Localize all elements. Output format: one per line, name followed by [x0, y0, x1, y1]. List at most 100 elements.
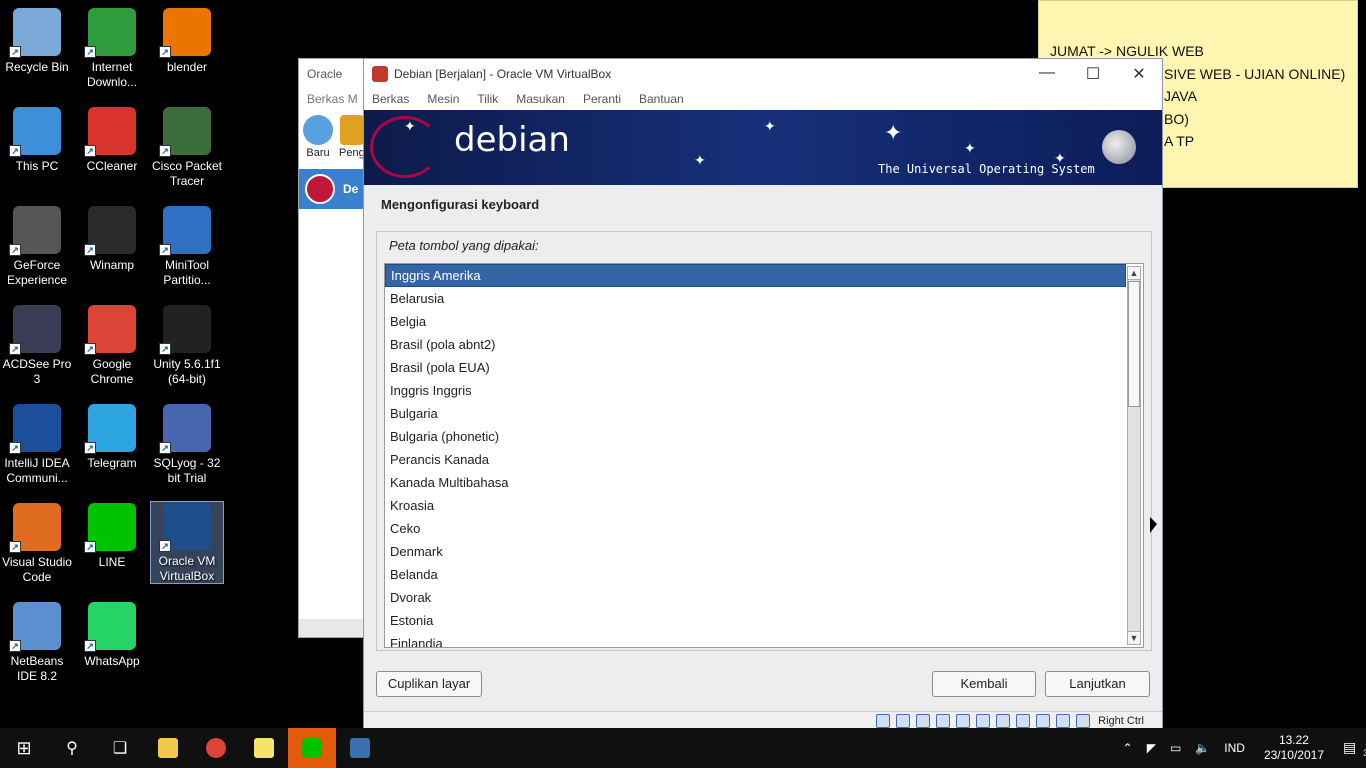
keymap-option[interactable]: Brasil (pola EUA) — [385, 356, 1126, 379]
keymap-option[interactable]: Finlandia — [385, 632, 1126, 647]
vm-titlebar[interactable]: Debian [Berjalan] - Oracle VM VirtualBox… — [364, 59, 1162, 88]
desktop-icon[interactable]: ↗ GeForce Experience — [0, 206, 74, 288]
audio-icon[interactable] — [916, 713, 931, 728]
screenshot-button[interactable]: Cuplikan layar — [376, 671, 482, 697]
desktop-icon[interactable]: ↗ ACDSee Pro 3 — [0, 305, 74, 387]
keymap-scrollbar[interactable]: ▲ ▼ — [1127, 266, 1141, 645]
new-vm-button[interactable]: Baru — [303, 115, 333, 159]
display-icon[interactable] — [996, 713, 1011, 728]
desktop-icon[interactable]: ↗ IntelliJ IDEA Communi... — [0, 404, 74, 486]
minimize-icon[interactable]: — — [1024, 64, 1070, 84]
keymap-option[interactable]: Belanda — [385, 563, 1126, 586]
windows-logo-icon: ⊞ — [16, 737, 32, 758]
keymap-option[interactable]: Denmark — [385, 540, 1126, 563]
network-tray-icon[interactable]: ◤ — [1147, 741, 1156, 755]
keymap-option[interactable]: Bulgaria — [385, 402, 1126, 425]
shortcut-arrow-icon: ↗ — [159, 442, 171, 454]
mouse-cursor-icon — [1150, 517, 1157, 533]
maximize-icon[interactable]: ☐ — [1070, 64, 1116, 84]
taskbar-chrome[interactable] — [192, 728, 240, 768]
desktop-icon-label: NetBeans IDE 8.2 — [10, 654, 64, 683]
settings-button[interactable]: Peng — [339, 115, 365, 159]
network-icon[interactable] — [936, 713, 951, 728]
language-indicator[interactable]: IND — [1224, 741, 1245, 755]
scroll-thumb[interactable] — [1128, 281, 1140, 407]
taskbar-line[interactable] — [288, 728, 336, 768]
action-center-button[interactable]: ▤31 — [1336, 739, 1366, 758]
keymap-option[interactable]: Perancis Kanada — [385, 448, 1126, 471]
shared-folders-icon[interactable] — [976, 713, 991, 728]
star-icon: ✦ — [694, 152, 706, 168]
desktop-icon[interactable]: ↗ Unity 5.6.1f1 (64-bit) — [150, 305, 224, 387]
keymap-option[interactable]: Belarusia — [385, 287, 1126, 310]
keymap-option[interactable]: Inggris Amerika — [385, 264, 1126, 287]
cpu-icon[interactable] — [1036, 713, 1051, 728]
chrome-icon — [206, 738, 226, 758]
keymap-option[interactable]: Ceko — [385, 517, 1126, 540]
desktop-icon[interactable]: ↗ Telegram — [75, 404, 149, 471]
desktop-icon[interactable]: ↗ Oracle VM VirtualBox — [150, 501, 224, 584]
usb-icon[interactable] — [956, 713, 971, 728]
scroll-down-icon[interactable]: ▼ — [1128, 631, 1140, 644]
scroll-up-icon[interactable]: ▲ — [1128, 267, 1140, 280]
desktop-icon[interactable]: ↗ SQLyog - 32 bit Trial — [150, 404, 224, 486]
keymap-option[interactable]: Belgia — [385, 310, 1126, 333]
desktop-icon[interactable]: ↗ MiniTool Partitio... — [150, 206, 224, 288]
keymap-list[interactable]: Inggris Amerika Belarusia Belgia Brasil (po… — [384, 263, 1144, 648]
continue-button[interactable]: Lanjutkan — [1045, 671, 1150, 697]
gear-icon — [303, 115, 333, 145]
keyboard-capture-icon[interactable] — [1076, 713, 1091, 728]
desktop-icon[interactable]: ↗ LINE — [75, 503, 149, 570]
desktop-icon[interactable]: ↗ Cisco Packet Tracer — [150, 107, 224, 189]
desktop-icon-label: GeForce Experience — [6, 258, 68, 287]
keymap-option[interactable]: Bulgaria (phonetic) — [385, 425, 1126, 448]
clock[interactable]: 13.22 23/10/2017 — [1264, 733, 1324, 763]
search-button[interactable]: ⚲ — [48, 728, 96, 768]
close-icon[interactable]: ✕ — [1116, 64, 1162, 84]
video-capture-icon[interactable] — [1016, 713, 1031, 728]
menu-tilik[interactable]: Tilik — [477, 92, 498, 106]
keymap-option[interactable]: Brasil (pola abnt2) — [385, 333, 1126, 356]
keymap-option[interactable]: Kroasia — [385, 494, 1126, 517]
mouse-integration-icon[interactable] — [1056, 713, 1071, 728]
desktop-icon[interactable]: ↗ blender — [150, 8, 224, 75]
vm-list-name: De — [343, 182, 359, 196]
desktop-icon[interactable]: ↗ WhatsApp — [75, 602, 149, 669]
optical-drive-icon[interactable] — [896, 713, 911, 728]
keymap-option[interactable]: Dvorak — [385, 586, 1126, 609]
star-icon: ✦ — [964, 140, 976, 156]
shortcut-arrow-icon: ↗ — [159, 540, 171, 552]
battery-icon[interactable]: ▭ — [1170, 741, 1181, 755]
star-icon: ✦ — [404, 118, 416, 134]
keymap-option[interactable]: Estonia — [385, 609, 1126, 632]
show-hidden-icons-icon[interactable]: ⌃ — [1123, 741, 1133, 755]
desktop-icon[interactable]: ↗ Internet Downlo... — [75, 8, 149, 90]
back-button[interactable]: Kembali — [932, 671, 1036, 697]
menu-masukan[interactable]: Masukan — [516, 92, 565, 106]
hard-disk-icon[interactable] — [876, 713, 891, 728]
start-button[interactable]: ⊞ — [0, 728, 48, 768]
virtualbox-app-icon — [372, 65, 388, 82]
menu-bantuan[interactable]: Bantuan — [639, 92, 684, 106]
volume-icon[interactable]: 🔈 — [1195, 741, 1210, 755]
menu-mesin[interactable]: Mesin — [427, 92, 459, 106]
keymap-option[interactable]: Inggris Inggris — [385, 379, 1126, 402]
shortcut-arrow-icon: ↗ — [159, 46, 171, 58]
menu-berkas[interactable]: Berkas — [372, 92, 409, 106]
taskbar-sticky-notes[interactable] — [240, 728, 288, 768]
task-view-button[interactable]: ❏ — [96, 728, 144, 768]
keymap-option[interactable]: Kanada Multibahasa — [385, 471, 1126, 494]
shortcut-arrow-icon: ↗ — [9, 541, 21, 553]
desktop-icon[interactable]: ↗ Winamp — [75, 206, 149, 273]
virtualbox-icon — [350, 738, 370, 758]
desktop-icon[interactable]: ↗ CCleaner — [75, 107, 149, 174]
desktop-icon[interactable]: ↗ Recycle Bin — [0, 8, 74, 75]
desktop-icon[interactable]: ↗ Visual Studio Code — [0, 503, 74, 585]
menu-peranti[interactable]: Peranti — [583, 92, 621, 106]
desktop-icon[interactable]: ↗ This PC — [0, 107, 74, 174]
taskbar-virtualbox[interactable] — [336, 728, 384, 768]
desktop-icon[interactable]: ↗ Google Chrome — [75, 305, 149, 387]
desktop-icon[interactable]: ↗ NetBeans IDE 8.2 — [0, 602, 74, 684]
vm-window[interactable]: Debian [Berjalan] - Oracle VM VirtualBox… — [363, 58, 1163, 730]
taskbar-file-explorer[interactable] — [144, 728, 192, 768]
